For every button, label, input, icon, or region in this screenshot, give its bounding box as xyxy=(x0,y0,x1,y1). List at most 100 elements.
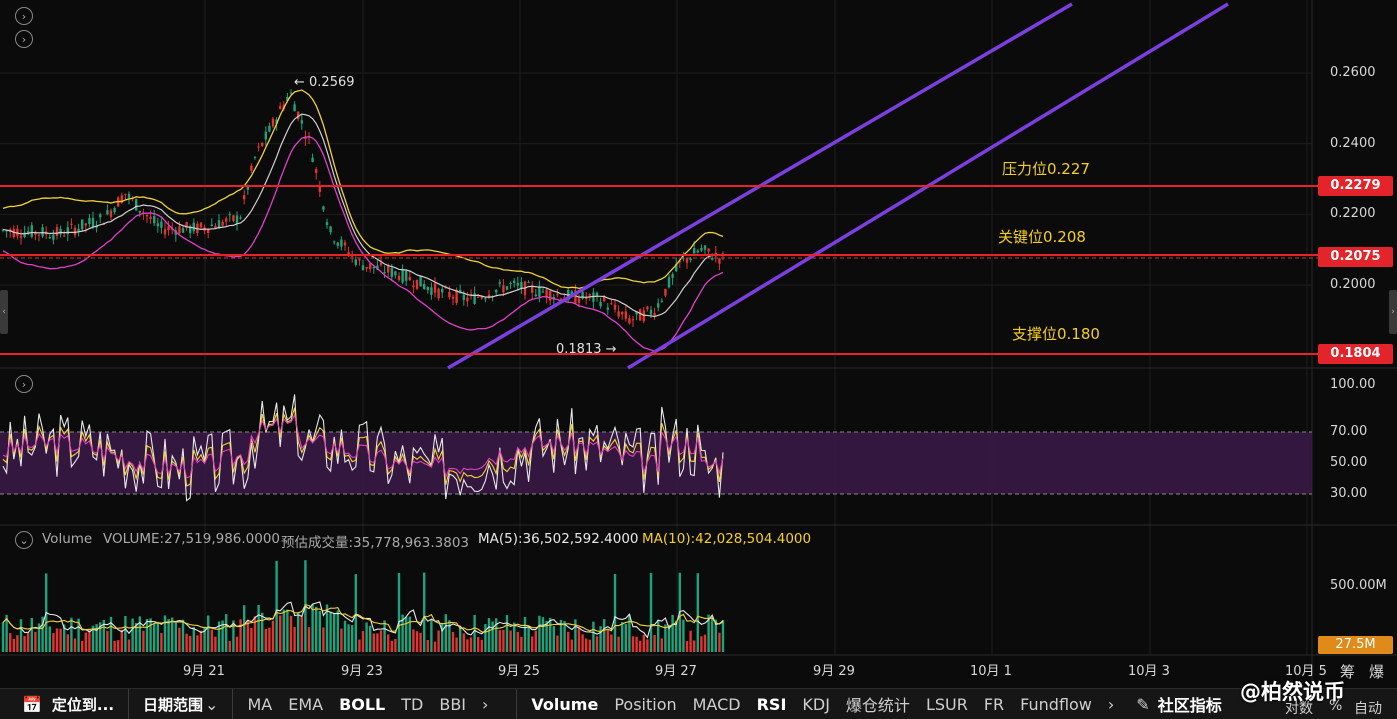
indicator-rsi[interactable]: RSI xyxy=(757,695,787,714)
volume-bar xyxy=(293,626,296,652)
volume-bar xyxy=(210,629,213,652)
date-range-button[interactable]: 日期范围 xyxy=(143,694,203,715)
locate-button[interactable]: 定位到... xyxy=(52,694,114,715)
expand-icon[interactable]: › xyxy=(15,375,33,393)
candle-body xyxy=(387,266,390,273)
auto-scale-toggle[interactable]: 自动 xyxy=(1354,698,1382,718)
volume-bar xyxy=(383,620,386,652)
volume-bar xyxy=(639,640,642,652)
candle-body xyxy=(527,282,530,284)
edit-icon[interactable]: ✎ xyxy=(1136,695,1149,714)
candle-body xyxy=(109,210,113,217)
indicator-td[interactable]: TD xyxy=(401,695,423,714)
volume-bar xyxy=(271,620,275,652)
candle-body xyxy=(91,217,95,228)
candle-body xyxy=(253,156,257,158)
volume-bar xyxy=(214,636,217,652)
chevron-right-icon[interactable]: › xyxy=(1108,695,1114,714)
volume-bar xyxy=(120,629,123,652)
indicator-kdj[interactable]: KDJ xyxy=(802,695,830,714)
left-collapse-handle[interactable]: ‹ xyxy=(0,290,8,334)
support-price-pill: 0.1804 xyxy=(1318,344,1393,364)
volume-bar xyxy=(606,629,609,652)
volume-bar xyxy=(311,604,314,652)
volume-bar xyxy=(73,638,77,652)
volume-bar xyxy=(145,619,149,652)
candle-body xyxy=(466,297,469,302)
volume-bar xyxy=(509,630,512,652)
chevron-right-icon[interactable]: › xyxy=(482,695,488,714)
volume-estimate: 预估成交量:35,778,963.3803 xyxy=(281,535,469,551)
candle-body xyxy=(631,319,635,321)
indicator-lsur[interactable]: LSUR xyxy=(926,695,968,714)
indicator-volume[interactable]: Volume xyxy=(531,695,598,714)
candle-body xyxy=(268,125,271,132)
volume-bar xyxy=(163,615,167,652)
indicator-boll[interactable]: BOLL xyxy=(339,695,385,714)
log-scale-toggle[interactable]: 对数 xyxy=(1285,698,1313,718)
candle-body xyxy=(664,288,667,296)
candle-body xyxy=(451,296,455,299)
indicator-macd[interactable]: MACD xyxy=(693,695,741,714)
volume-bar xyxy=(657,619,660,652)
volume-bar xyxy=(300,616,303,652)
chevron-down-icon[interactable]: ⌄ xyxy=(205,695,218,714)
indicator-fr[interactable]: FR xyxy=(984,695,1004,714)
candle-body xyxy=(232,215,235,221)
volume-bar xyxy=(379,630,383,652)
volume-bar xyxy=(628,614,631,652)
candle-body xyxy=(199,222,203,228)
volume-bar xyxy=(613,574,617,652)
candle-body xyxy=(649,309,653,315)
volume-bar xyxy=(174,622,177,652)
candle-body xyxy=(462,294,465,300)
candle-body xyxy=(354,259,357,265)
candle-body xyxy=(239,217,242,219)
community-indicators[interactable]: 社区指标 xyxy=(1158,692,1222,716)
volume-bar xyxy=(286,609,289,652)
candle-body xyxy=(88,218,91,224)
candle-body xyxy=(84,223,87,226)
indicator-bbi[interactable]: BBI xyxy=(439,695,466,714)
volume-bar xyxy=(322,627,325,652)
volume-bar xyxy=(189,635,192,652)
candle-body xyxy=(696,250,699,253)
volume-value: VOLUME:27,519,986.0000 xyxy=(103,531,281,547)
indicator-ma[interactable]: MA xyxy=(247,695,272,714)
candle-body xyxy=(336,242,339,246)
candle-body xyxy=(358,259,361,261)
liquidation-toggle[interactable]: 爆 xyxy=(1369,661,1384,682)
date-tick: 10月 3 xyxy=(1128,664,1170,679)
volume-ma10: MA(10):42,028,504.4000 xyxy=(642,531,812,547)
volume-bar xyxy=(534,630,537,652)
volume-bar xyxy=(700,636,703,652)
candle-body xyxy=(484,298,487,300)
collapse-volume-icon[interactable]: ⌄ xyxy=(15,531,33,549)
candle-body xyxy=(448,291,451,298)
candle-body xyxy=(588,294,591,296)
indicator-fundflow[interactable]: Fundflow xyxy=(1020,695,1092,714)
volume-bar xyxy=(250,628,253,652)
candle-body xyxy=(401,268,404,283)
chart-canvas[interactable] xyxy=(0,0,1397,718)
candle-body xyxy=(19,236,23,238)
volume-bar xyxy=(329,611,332,652)
indicator-liquidation[interactable]: 爆仓统计 xyxy=(846,692,910,716)
percent-scale-toggle[interactable]: % xyxy=(1329,698,1342,714)
candle-body xyxy=(210,224,213,226)
indicator-ema[interactable]: EMA xyxy=(288,695,323,714)
calendar-icon[interactable]: 📅 xyxy=(22,695,42,714)
right-collapse-handle[interactable]: › xyxy=(1389,290,1397,334)
volume-bar xyxy=(84,632,87,652)
expand-icon[interactable]: › xyxy=(15,7,33,25)
volume-bar xyxy=(19,619,23,652)
candle-body xyxy=(73,227,77,236)
volume-bar xyxy=(469,637,473,652)
expand-icon[interactable]: › xyxy=(15,30,33,48)
indicator-position[interactable]: Position xyxy=(614,695,676,714)
candle-body xyxy=(394,271,397,276)
volume-bar xyxy=(671,614,674,652)
key-level-label: 关键位0.208 xyxy=(998,228,1086,246)
date-tick: 9月 21 xyxy=(183,664,225,679)
candle-body xyxy=(426,287,429,291)
